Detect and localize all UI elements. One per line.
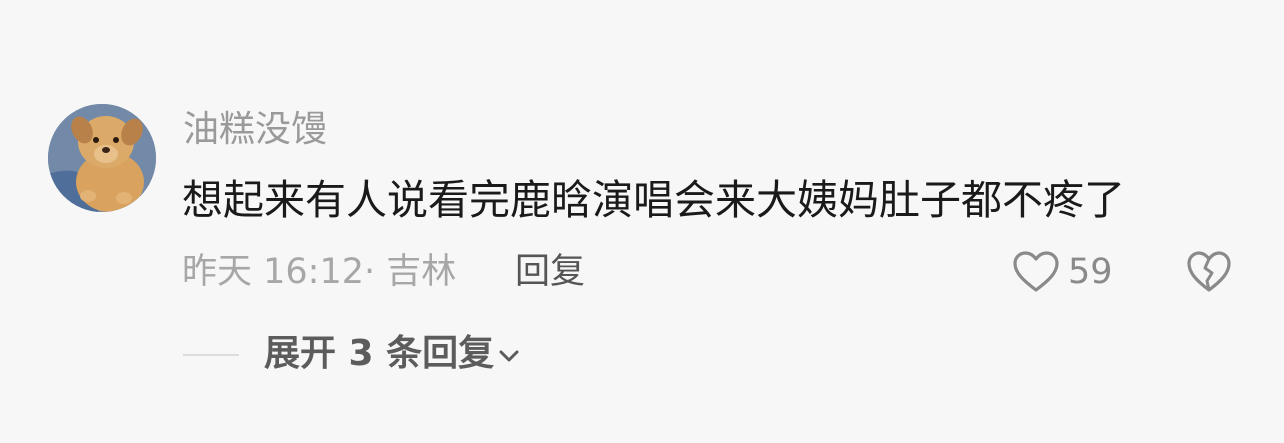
comment-username[interactable]: 油糕没馒 <box>183 106 327 154</box>
comment-meta: 昨天 16:12· 吉林 <box>182 248 456 296</box>
like-button[interactable]: 59 <box>1012 248 1113 296</box>
user-avatar[interactable] <box>48 104 156 212</box>
comment-location: 吉林 <box>386 252 457 292</box>
reply-button[interactable]: 回复 <box>515 248 585 296</box>
chevron-down-icon <box>499 350 519 362</box>
broken-heart-icon <box>1187 251 1231 292</box>
divider-line <box>183 354 239 356</box>
comment-text: 想起来有人说看完鹿晗演唱会来大姨妈肚子都不疼了 <box>182 176 1125 224</box>
dislike-button[interactable] <box>1186 250 1232 294</box>
like-count: 59 <box>1068 252 1113 292</box>
comment-time: 昨天 16:12· <box>182 252 376 292</box>
expand-replies-button[interactable]: 展开 3 条回复 <box>264 330 520 378</box>
puppy-avatar-image <box>48 104 156 212</box>
heart-outline-icon <box>1013 251 1059 292</box>
expand-replies-label: 展开 3 条回复 <box>264 333 495 374</box>
